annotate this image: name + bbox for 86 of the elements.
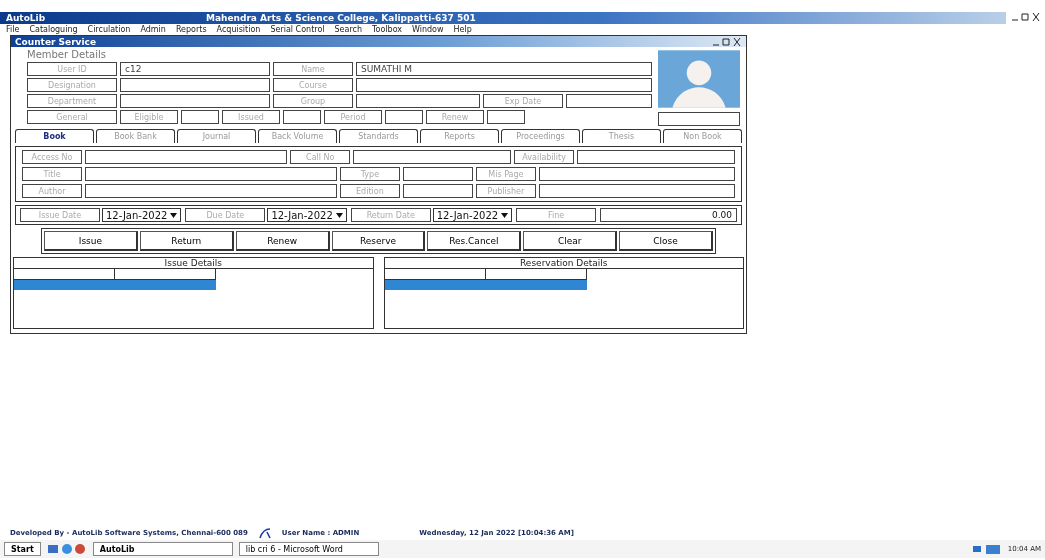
grid-title: Issue Details	[14, 258, 373, 269]
menu-item[interactable]: Acquisition	[216, 25, 261, 34]
dropdown-icon	[335, 212, 343, 218]
action-button[interactable]: Clear	[523, 231, 618, 251]
input-field[interactable]	[402, 167, 473, 181]
menu-item[interactable]: Toolbox	[372, 25, 402, 34]
field-label: Availability	[514, 150, 575, 164]
field-value: c12	[120, 62, 270, 76]
field-label: Course	[273, 78, 353, 92]
menu-item[interactable]: Help	[453, 25, 472, 34]
section-title: Member Details	[27, 50, 107, 60]
field-label: Edition	[339, 184, 400, 198]
tab[interactable]: Book	[15, 129, 94, 143]
field-label: General	[27, 110, 117, 124]
field-label: Return Date	[350, 208, 431, 222]
input-field[interactable]	[538, 167, 735, 181]
taskbar-button[interactable]: AutoLib	[92, 542, 233, 556]
taskbar-button[interactable]: lib cri 6 - Microsoft Word	[238, 542, 379, 556]
field-label: Exp Date	[483, 94, 563, 108]
field-label: Author	[22, 184, 82, 198]
college-title: Mahendra Arts & Science College, Kalippatti-637 501	[206, 13, 476, 23]
field-label: Period	[324, 110, 382, 124]
input-field[interactable]	[487, 110, 525, 124]
action-button[interactable]: Renew	[235, 231, 330, 251]
action-button[interactable]: Return	[139, 231, 234, 251]
action-button[interactable]: Res.Cancel	[427, 231, 522, 251]
input-field[interactable]	[85, 150, 288, 164]
field-label: Access No	[22, 150, 82, 164]
action-button[interactable]: Close	[619, 231, 713, 251]
input-field[interactable]	[85, 167, 337, 181]
dropdown-icon	[170, 212, 178, 218]
window-title: Counter Service	[15, 36, 96, 47]
menu-item[interactable]: Reports	[175, 25, 207, 34]
input-field[interactable]	[353, 150, 512, 164]
action-button[interactable]: Issue	[44, 231, 138, 251]
start-button[interactable]: Start	[4, 542, 41, 556]
menu-item[interactable]: Serial Control	[270, 25, 325, 34]
input-field[interactable]	[385, 110, 423, 124]
input-field[interactable]	[538, 184, 735, 198]
field-label: Title	[22, 167, 82, 181]
field-label: Renew	[426, 110, 484, 124]
field-label: Designation	[27, 78, 117, 92]
input-field[interactable]	[85, 184, 337, 198]
date-picker[interactable]: 12-Jan-2022	[102, 208, 182, 222]
input-field[interactable]	[181, 110, 219, 124]
window-controls-icon[interactable]	[1011, 12, 1041, 22]
field-label: Publisher	[475, 184, 536, 198]
menu-item[interactable]: Admin	[140, 25, 166, 34]
fine-field: 0.00	[600, 208, 737, 222]
menu-item[interactable]: File	[6, 25, 20, 34]
field-label: Issue Date	[20, 208, 100, 222]
input-field[interactable]	[283, 110, 321, 124]
grid-title: Reservation Details	[384, 258, 743, 269]
input-field[interactable]	[120, 94, 270, 108]
input-field[interactable]	[577, 150, 735, 164]
tray-icon[interactable]	[971, 543, 1002, 555]
user-icon	[257, 527, 272, 539]
field-label: Mis Page	[475, 167, 536, 181]
menu-item[interactable]: Circulation	[87, 25, 131, 34]
field-label: Department	[27, 94, 117, 108]
app-title: AutoLib	[6, 13, 47, 23]
menu-item[interactable]: Search	[334, 25, 362, 34]
field-label: Fine	[516, 208, 597, 222]
field-label: Name	[273, 62, 353, 76]
input-field[interactable]	[120, 78, 270, 92]
input-field[interactable]	[658, 112, 740, 126]
action-button[interactable]: Reserve	[331, 231, 426, 251]
field-label: Call No	[290, 150, 351, 164]
date-picker[interactable]: 12-Jan-2022	[432, 208, 513, 222]
field-label: Type	[339, 167, 400, 181]
field-value: SUMATHI M	[356, 62, 652, 76]
date-picker[interactable]: 12-Jan-2022	[267, 208, 347, 222]
input-field[interactable]	[356, 78, 652, 92]
input-field[interactable]	[566, 94, 652, 108]
menu-item[interactable]: Cataloguing	[29, 25, 78, 34]
field-label: User ID	[27, 62, 117, 76]
field-label: Group	[273, 94, 353, 108]
dropdown-icon	[501, 212, 509, 218]
field-label: Issued	[222, 110, 280, 124]
input-field[interactable]	[402, 184, 473, 198]
menu-item[interactable]: Window	[412, 25, 444, 34]
field-label: Due Date	[185, 208, 266, 222]
window-controls-icon[interactable]	[712, 36, 742, 47]
field-label: Eligible	[120, 110, 178, 124]
quick-launch-icon[interactable]	[46, 543, 87, 555]
input-field[interactable]	[356, 94, 480, 108]
